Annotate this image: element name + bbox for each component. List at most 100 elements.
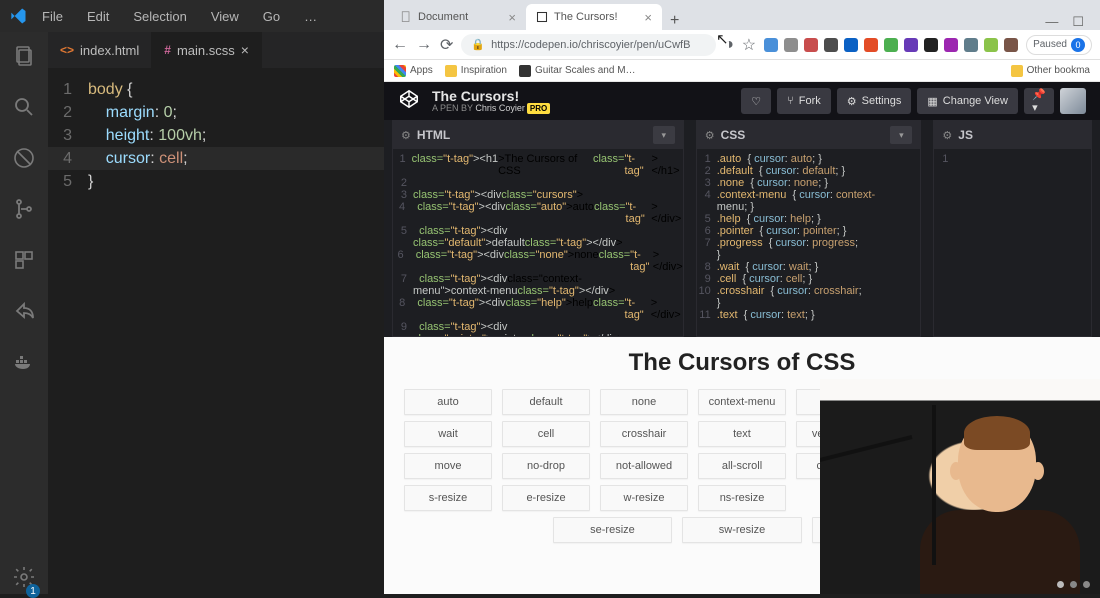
ext-icon[interactable] — [1004, 38, 1018, 52]
panel-title: JS — [958, 128, 973, 142]
user-avatar[interactable] — [1060, 88, 1086, 114]
ext-icon[interactable] — [944, 38, 958, 52]
bookmark-inspiration[interactable]: Inspiration — [445, 65, 507, 77]
html-editor[interactable]: 1class="t-tag"><h1>The Cursors of CSScla… — [393, 149, 683, 336]
browser-tabstrip: Document × The Cursors! × + — ☐ — [384, 0, 1100, 30]
cursor-cell-sw-resize[interactable]: sw-resize — [682, 517, 802, 543]
panel-dropdown-icon[interactable]: ▾ — [653, 126, 675, 144]
html-panel: ⚙ HTML ▾ 1class="t-tag"><h1>The Cursors … — [392, 120, 684, 337]
ext-icon[interactable] — [824, 38, 838, 52]
settings-button[interactable]: ⚙Settings — [837, 88, 912, 114]
lock-icon: 🔒 — [471, 38, 485, 51]
cursor-cell-move[interactable]: move — [404, 453, 492, 479]
address-bar[interactable]: 🔒 https://codepen.io/chriscoyier/pen/uCw… — [461, 34, 716, 56]
line-number: 4 — [48, 147, 88, 170]
cursor-cell-ns-resize[interactable]: ns-resize — [698, 485, 786, 511]
tab-label: index.html — [80, 43, 139, 58]
close-tab-icon[interactable]: × — [644, 10, 652, 25]
code-editor[interactable]: 1body { 2 margin: 0; 3 height: 100vh; 4 … — [48, 68, 384, 594]
docker-icon[interactable] — [12, 350, 36, 379]
menu-selection[interactable]: Selection — [123, 5, 196, 28]
ext-icon[interactable] — [804, 38, 818, 52]
line-number: 3 — [48, 124, 88, 147]
close-tab-icon[interactable]: × — [508, 10, 516, 25]
reload-icon[interactable]: ⟳ — [440, 35, 453, 55]
qr-icon[interactable]: ◑ — [724, 36, 734, 54]
bookmarks-bar: Apps Inspiration Guitar Scales and M… Ot… — [384, 60, 1100, 82]
source-control-icon[interactable] — [12, 197, 36, 226]
extensions-icon[interactable] — [12, 248, 36, 277]
cursor-cell-wait[interactable]: wait — [404, 421, 492, 447]
file-favicon-icon — [400, 11, 412, 23]
ext-icon[interactable] — [904, 38, 918, 52]
ext-icon[interactable] — [764, 38, 778, 52]
cursor-cell-s-resize[interactable]: s-resize — [404, 485, 492, 511]
maximize-icon[interactable]: ☐ — [1072, 14, 1084, 30]
no-bug-icon[interactable] — [12, 146, 36, 175]
minimize-icon[interactable]: — — [1045, 14, 1058, 30]
panel-gear-icon[interactable]: ⚙ — [942, 129, 952, 142]
cursor-cell-cell[interactable]: cell — [502, 421, 590, 447]
css-editor[interactable]: 1.auto { cursor: auto; }2.default { curs… — [697, 149, 921, 336]
ext-icon[interactable] — [844, 38, 858, 52]
cursor-cell-context-menu[interactable]: context-menu — [698, 389, 786, 415]
panel-dropdown-icon[interactable]: ▾ — [890, 126, 912, 144]
ext-icon[interactable] — [984, 38, 998, 52]
menu-view[interactable]: View — [201, 5, 249, 28]
ext-icon[interactable] — [964, 38, 978, 52]
menu-more[interactable]: … — [294, 5, 327, 28]
explorer-icon[interactable] — [12, 44, 36, 73]
forward-icon[interactable]: → — [416, 36, 432, 54]
ext-icon[interactable] — [784, 38, 798, 52]
panel-gear-icon[interactable]: ⚙ — [401, 129, 411, 142]
cursor-cell-w-resize[interactable]: w-resize — [600, 485, 688, 511]
cursor-cell-all-scroll[interactable]: all-scroll — [698, 453, 786, 479]
cursor-cell-auto[interactable]: auto — [404, 389, 492, 415]
tab-title: Document — [418, 11, 468, 23]
codepen-header: The Cursors! A PEN BY Chris CoyierPRO ♡ … — [384, 82, 1100, 120]
close-tab-icon[interactable]: × — [241, 42, 249, 58]
bookmark-other[interactable]: Other bookma — [1011, 65, 1090, 77]
fork-button[interactable]: ⑂Fork — [777, 88, 831, 114]
cursor-cell-no-drop[interactable]: no-drop — [502, 453, 590, 479]
star-icon[interactable]: ☆ — [742, 35, 756, 55]
cursor-cell-se-resize[interactable]: se-resize — [553, 517, 673, 543]
codepen-favicon-icon — [536, 11, 548, 23]
editor-tabs: <> index.html # main.scss × — [48, 32, 384, 68]
browser-tab-document[interactable]: Document × — [390, 4, 526, 30]
fork-icon: ⑂ — [787, 95, 794, 107]
cursor-cell-crosshair[interactable]: crosshair — [600, 421, 688, 447]
new-tab-icon[interactable]: + — [662, 12, 687, 30]
profile-paused[interactable]: Paused0 — [1026, 35, 1092, 55]
heart-button[interactable]: ♡ — [741, 88, 771, 114]
ext-icon[interactable] — [924, 38, 938, 52]
bookmark-guitar[interactable]: Guitar Scales and M… — [519, 65, 636, 77]
codepen-logo-icon[interactable] — [398, 88, 420, 115]
bookmark-apps[interactable]: Apps — [394, 65, 433, 77]
ext-icon[interactable] — [864, 38, 878, 52]
panel-gear-icon[interactable]: ⚙ — [705, 129, 715, 142]
tab-main-scss[interactable]: # main.scss × — [152, 32, 262, 68]
carousel-dots — [1057, 581, 1090, 588]
search-icon[interactable] — [12, 95, 36, 124]
cursor-cell-not-allowed[interactable]: not-allowed — [600, 453, 688, 479]
manage-gear-icon[interactable]: 1 — [12, 565, 36, 594]
tab-index-html[interactable]: <> index.html — [48, 32, 152, 68]
pen-byline: A PEN BY Chris CoyierPRO — [432, 103, 550, 113]
pin-button[interactable]: 📌▾ — [1024, 88, 1054, 114]
share-icon[interactable] — [12, 299, 36, 328]
back-icon[interactable]: ← — [392, 36, 408, 54]
cursor-cell-default[interactable]: default — [502, 389, 590, 415]
cursor-cell-e-resize[interactable]: e-resize — [502, 485, 590, 511]
menu-go[interactable]: Go — [253, 5, 290, 28]
js-editor[interactable]: 1 — [934, 149, 1091, 336]
activity-bar: 1 — [0, 32, 48, 594]
change-view-button[interactable]: ▦Change View — [917, 88, 1018, 114]
browser-tab-cursors[interactable]: The Cursors! × — [526, 4, 662, 30]
cursor-cell-text[interactable]: text — [698, 421, 786, 447]
ext-icon[interactable] — [884, 38, 898, 52]
menu-edit[interactable]: Edit — [77, 5, 119, 28]
cursor-cell-none[interactable]: none — [600, 389, 688, 415]
pen-title: The Cursors! — [432, 89, 550, 103]
menu-file[interactable]: File — [32, 5, 73, 28]
